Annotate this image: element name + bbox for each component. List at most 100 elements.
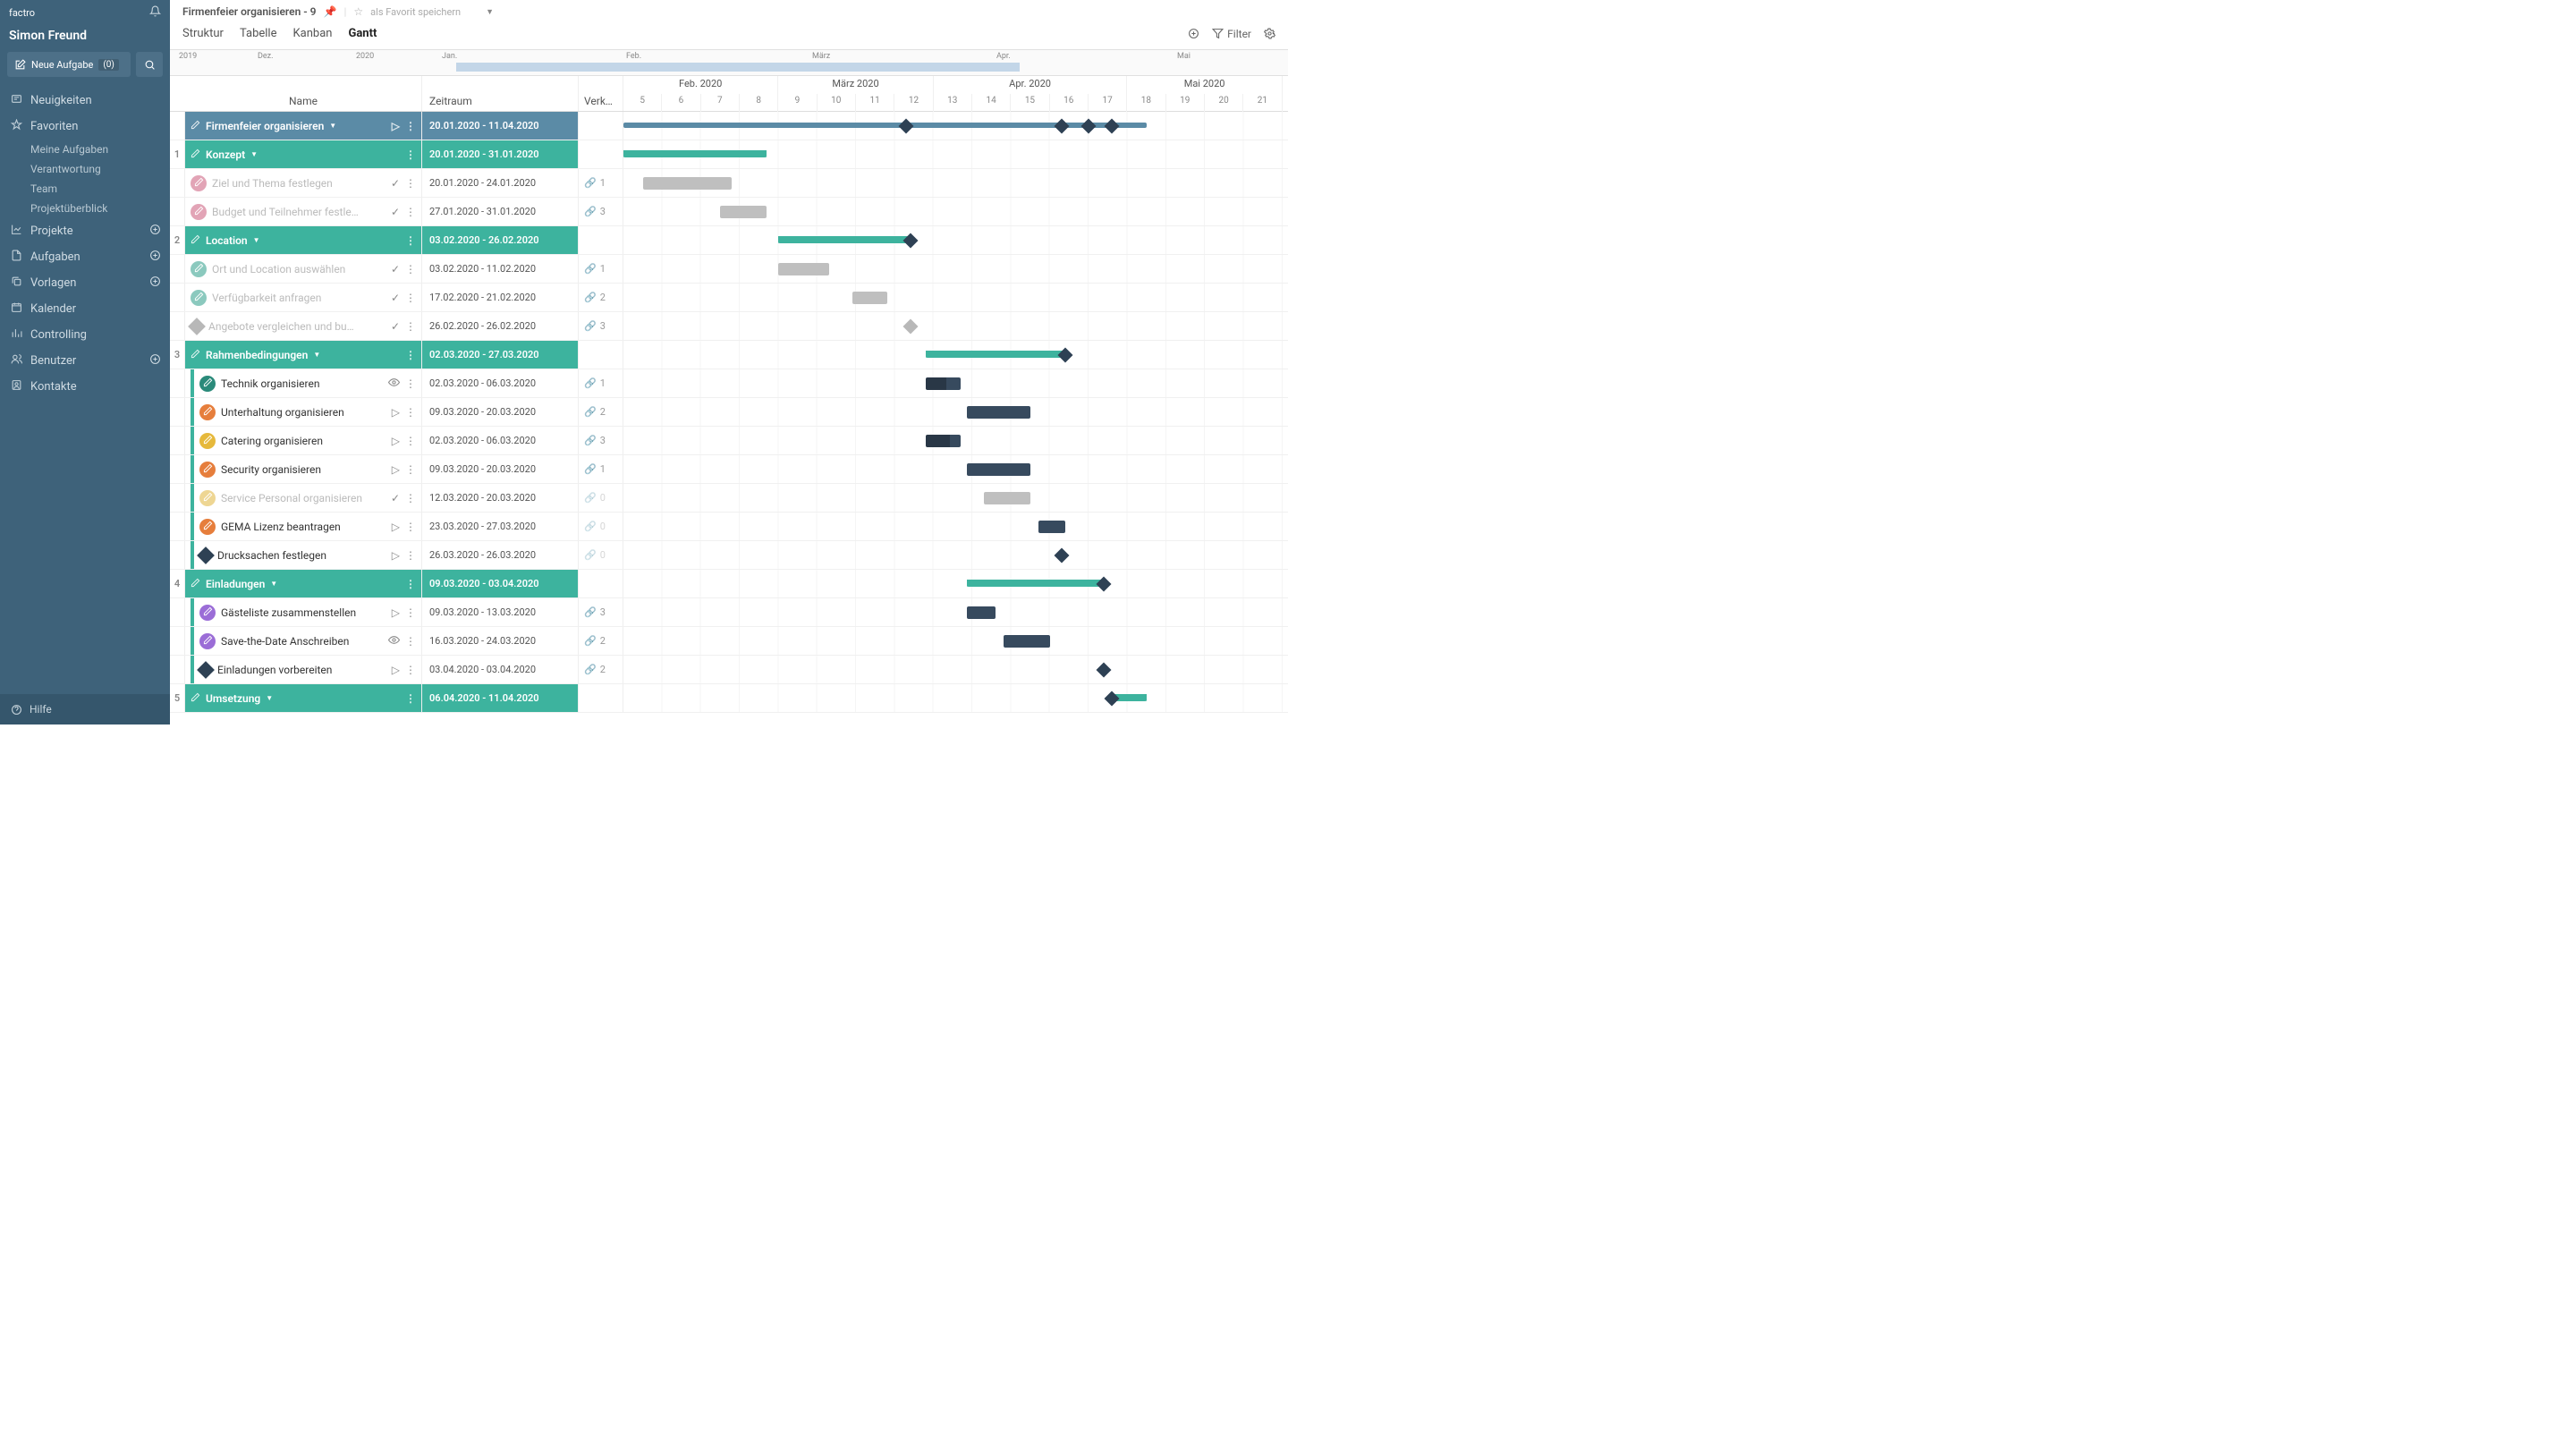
task-row[interactable]: 4Einladungen▼⋮09.03.2020 - 03.04.2020 [170,570,1288,598]
sidebar-item-vorlagen[interactable]: Vorlagen [0,270,170,296]
help-link[interactable]: Hilfe [0,694,170,724]
chevron-down-icon[interactable]: ▼ [250,150,258,158]
more-icon[interactable]: ⋮ [405,549,416,562]
chevron-down-icon[interactable]: ▼ [313,351,320,359]
gantt-bar[interactable] [967,606,996,619]
gantt-bar[interactable] [720,206,767,218]
gantt-diamond[interactable] [899,119,914,134]
tab-struktur[interactable]: Struktur [182,21,224,46]
task-row[interactable]: Einladungen vorbereiten▷⋮03.04.2020 - 03… [170,656,1288,684]
col-name[interactable]: Name [185,76,422,111]
gantt-diamond[interactable] [1097,663,1112,678]
more-icon[interactable]: ⋮ [405,692,416,705]
col-date[interactable]: Zeitraum [422,76,579,111]
gantt-bar[interactable] [926,435,961,447]
overview-range[interactable] [456,63,1020,72]
task-row[interactable]: 2Location▼⋮03.02.2020 - 26.02.2020 [170,226,1288,255]
gantt-bar[interactable] [984,492,1030,504]
more-icon[interactable]: ⋮ [405,234,416,247]
task-row[interactable]: Budget und Teilnehmer festle…✓⋮27.01.202… [170,198,1288,226]
plus-icon[interactable] [149,224,161,239]
sidebar-item-aufgaben[interactable]: Aufgaben [0,244,170,270]
more-icon[interactable]: ⋮ [405,406,416,419]
sidebar-item-kalender[interactable]: Kalender [0,296,170,322]
task-row[interactable]: Angebote vergleichen und bu…✓⋮26.02.2020… [170,312,1288,341]
chevron-down-icon[interactable]: ▼ [266,694,273,702]
task-row[interactable]: Ort und Location auswählen✓⋮03.02.2020 -… [170,255,1288,284]
more-icon[interactable]: ⋮ [405,435,416,447]
gantt-diamond[interactable] [1081,119,1097,134]
task-row[interactable]: 5Umsetzung▼⋮06.04.2020 - 11.04.2020 [170,684,1288,713]
plus-icon[interactable] [149,353,161,369]
more-icon[interactable]: ⋮ [405,377,416,390]
more-icon[interactable]: ⋮ [405,177,416,190]
gantt-diamond[interactable] [1054,119,1069,134]
more-icon[interactable]: ⋮ [405,635,416,648]
timeline-overview[interactable]: 2019Dez.2020Jan.Feb.MärzApr.Mai [170,49,1288,76]
pin-icon[interactable]: 📌 [324,5,337,18]
sidebar-sub-item[interactable]: Projektüberblick [0,199,170,218]
task-row[interactable]: Unterhaltung organisieren▷⋮09.03.2020 - … [170,398,1288,427]
play-icon[interactable]: ▷ [392,435,400,447]
sidebar-item-projekte[interactable]: Projekte [0,218,170,244]
sidebar-item-favoriten[interactable]: Favoriten [0,114,170,140]
gantt-bar[interactable] [778,263,828,275]
task-row[interactable]: Gästeliste zusammenstellen▷⋮09.03.2020 -… [170,598,1288,627]
sidebar-sub-item[interactable]: Team [0,179,170,199]
chevron-down-icon[interactable]: ▼ [253,236,260,244]
task-row[interactable]: 3Rahmenbedingungen▼⋮02.03.2020 - 27.03.2… [170,341,1288,369]
sidebar-item-benutzer[interactable]: Benutzer [0,348,170,374]
task-row[interactable]: Technik organisieren⋮02.03.2020 - 06.03.… [170,369,1288,398]
task-row[interactable]: Ziel und Thema festlegen✓⋮20.01.2020 - 2… [170,169,1288,198]
tab-gantt[interactable]: Gantt [348,21,377,46]
play-icon[interactable]: ▷ [392,406,400,419]
search-button[interactable] [136,52,163,77]
sidebar-sub-item[interactable]: Meine Aufgaben [0,140,170,159]
new-task-button[interactable]: Neue Aufgabe (0) [7,52,131,77]
more-icon[interactable]: ⋮ [405,521,416,533]
more-icon[interactable]: ⋮ [405,606,416,619]
app-name[interactable]: factro [9,7,35,19]
more-icon[interactable]: ⋮ [405,578,416,590]
tab-tabelle[interactable]: Tabelle [240,21,277,46]
filter-button[interactable]: Filter [1212,28,1251,40]
task-row[interactable]: Firmenfeier organisieren▼▷⋮20.01.2020 - … [170,112,1288,140]
gantt-bar[interactable] [1038,521,1065,533]
sidebar-item-kontakte[interactable]: Kontakte [0,374,170,400]
more-icon[interactable]: ⋮ [405,292,416,304]
more-icon[interactable]: ⋮ [405,463,416,476]
gantt-bar[interactable] [852,292,887,304]
bell-icon[interactable] [149,5,161,20]
play-icon[interactable]: ▷ [392,120,400,132]
more-icon[interactable]: ⋮ [405,263,416,275]
plus-icon[interactable] [149,275,161,291]
play-icon[interactable]: ▷ [392,521,400,533]
play-icon[interactable]: ▷ [392,463,400,476]
chevron-down-icon[interactable]: ▼ [329,122,336,130]
gantt-bar[interactable] [967,406,1031,419]
col-link[interactable]: Verk… [579,76,623,111]
more-icon[interactable]: ⋮ [405,148,416,161]
tab-kanban[interactable]: Kanban [293,21,333,46]
more-icon[interactable]: ⋮ [405,492,416,504]
save-favorite[interactable]: als Favorit speichern [370,6,461,18]
sidebar-item-neuigkeiten[interactable]: Neuigkeiten [0,88,170,114]
gantt-bar[interactable] [643,177,733,190]
more-icon[interactable]: ⋮ [405,664,416,676]
task-row[interactable]: Save-the-Date Anschreiben⋮16.03.2020 - 2… [170,627,1288,656]
gantt-diamond[interactable] [1105,119,1120,134]
gear-icon[interactable] [1264,28,1275,39]
more-icon[interactable]: ⋮ [405,349,416,361]
gantt-bar[interactable] [967,463,1031,476]
more-icon[interactable]: ⋮ [405,206,416,218]
task-row[interactable]: Catering organisieren▷⋮02.03.2020 - 06.0… [170,427,1288,455]
gantt-bar[interactable] [1004,635,1050,648]
sidebar-item-controlling[interactable]: Controlling [0,322,170,348]
gantt-bar[interactable] [778,236,910,243]
chevron-down-icon[interactable]: ▼ [486,7,494,17]
sidebar-sub-item[interactable]: Verantwortung [0,159,170,179]
gantt-diamond[interactable] [902,319,918,335]
plus-icon[interactable] [149,250,161,265]
play-icon[interactable]: ▷ [392,549,400,562]
add-icon[interactable] [1188,28,1199,39]
